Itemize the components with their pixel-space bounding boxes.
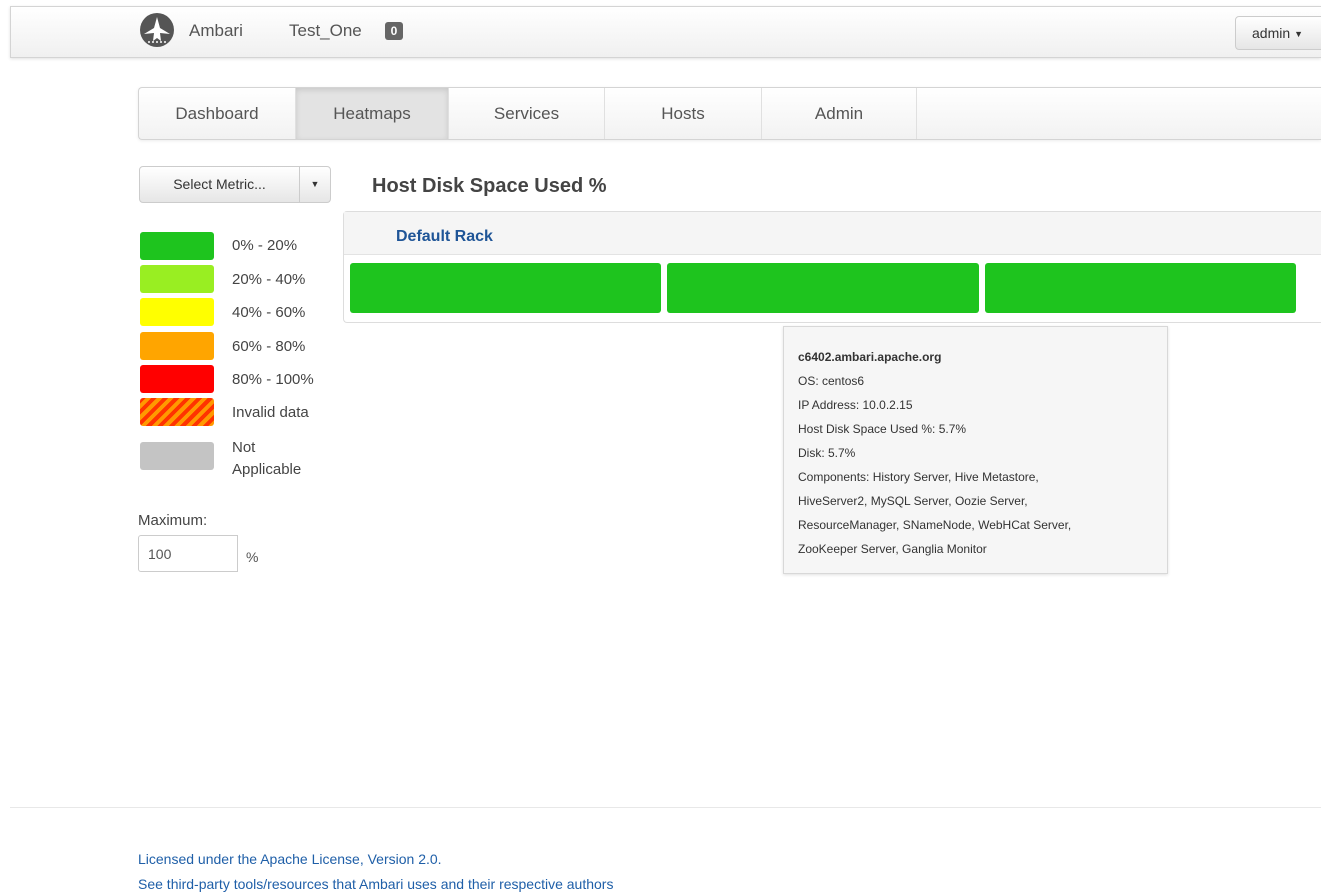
user-menu-button[interactable]: admin ▼ — [1235, 16, 1321, 50]
legend-swatch-40-60 — [140, 298, 214, 326]
host-cell[interactable] — [667, 263, 979, 313]
tooltip-ip: IP Address: 10.0.2.15 — [798, 398, 913, 412]
top-navbar: Ambari Test_One 0 admin ▼ — [10, 6, 1321, 58]
rack-header: Default Rack — [344, 212, 1321, 255]
legend-label: Not — [232, 439, 256, 456]
select-metric-label[interactable]: Select Metric... — [140, 167, 300, 202]
legend-swatch-invalid — [140, 398, 214, 426]
third-party-link[interactable]: See third-party tools/resources that Amb… — [138, 876, 613, 892]
host-cell[interactable] — [985, 263, 1296, 313]
rack-name: Default Rack — [396, 228, 493, 245]
legend-swatch-60-80 — [140, 332, 214, 360]
tooltip-components: HiveServer2, MySQL Server, Oozie Server, — [798, 494, 1028, 508]
maximum-unit: % — [246, 549, 259, 565]
tooltip-components: ZooKeeper Server, Ganglia Monitor — [798, 542, 987, 556]
cluster-name: Test_One — [289, 21, 362, 40]
legend-label: 40% - 60% — [232, 304, 306, 321]
legend-swatch-0-20 — [140, 232, 214, 260]
tab-dashboard[interactable]: Dashboard — [139, 88, 296, 139]
legend-label: 80% - 100% — [232, 371, 314, 388]
legend-label: 0% - 20% — [232, 237, 298, 254]
maximum-label: Maximum: — [138, 512, 208, 529]
tooltip-components: ResourceManager, SNameNode, WebHCat Serv… — [798, 518, 1072, 532]
tab-heatmaps[interactable]: Heatmaps — [296, 88, 449, 139]
legend-swatch-20-40 — [140, 265, 214, 293]
tooltip-host-name: c6402.ambari.apache.org — [798, 350, 942, 364]
ambari-logo-icon[interactable] — [139, 12, 175, 48]
legend-swatch-not-applicable — [140, 442, 214, 470]
legend-label: 60% - 80% — [232, 338, 306, 355]
user-name: admin — [1252, 25, 1291, 41]
brand-name[interactable]: Ambari — [189, 21, 243, 41]
license-link[interactable]: Licensed under the Apache License, Versi… — [138, 851, 442, 867]
rack-panel: Default Rack — [343, 211, 1321, 323]
legend-label: Applicable — [232, 461, 302, 478]
tooltip-os: OS: centos6 — [798, 374, 865, 388]
caret-down-icon: ▼ — [1294, 29, 1304, 40]
legend-label: Invalid data — [232, 404, 309, 421]
tab-admin[interactable]: Admin — [762, 88, 917, 139]
caret-down-icon[interactable]: ▼ — [300, 167, 330, 202]
footer-divider — [10, 807, 1321, 808]
tab-hosts[interactable]: Hosts — [605, 88, 762, 139]
tooltip-components: Components: History Server, Hive Metasto… — [798, 470, 1039, 484]
host-cell[interactable] — [350, 263, 661, 313]
legend-label: 20% - 40% — [232, 271, 306, 288]
background-ops-badge[interactable]: 0 — [385, 22, 403, 40]
tab-services[interactable]: Services — [449, 88, 605, 139]
tooltip-disk: Disk: 5.7% — [798, 446, 856, 460]
host-tooltip: c6402.ambari.apache.org OS: centos6 IP A… — [783, 326, 1168, 574]
maximum-input[interactable] — [138, 535, 238, 572]
select-metric-dropdown[interactable]: Select Metric... ▼ — [139, 166, 331, 203]
legend-swatch-80-100 — [140, 365, 214, 393]
tooltip-metric: Host Disk Space Used %: 5.7% — [798, 422, 967, 436]
main-nav: Dashboard Heatmaps Services Hosts Admin — [138, 87, 1321, 140]
heatmap-title: Host Disk Space Used % — [372, 175, 607, 197]
